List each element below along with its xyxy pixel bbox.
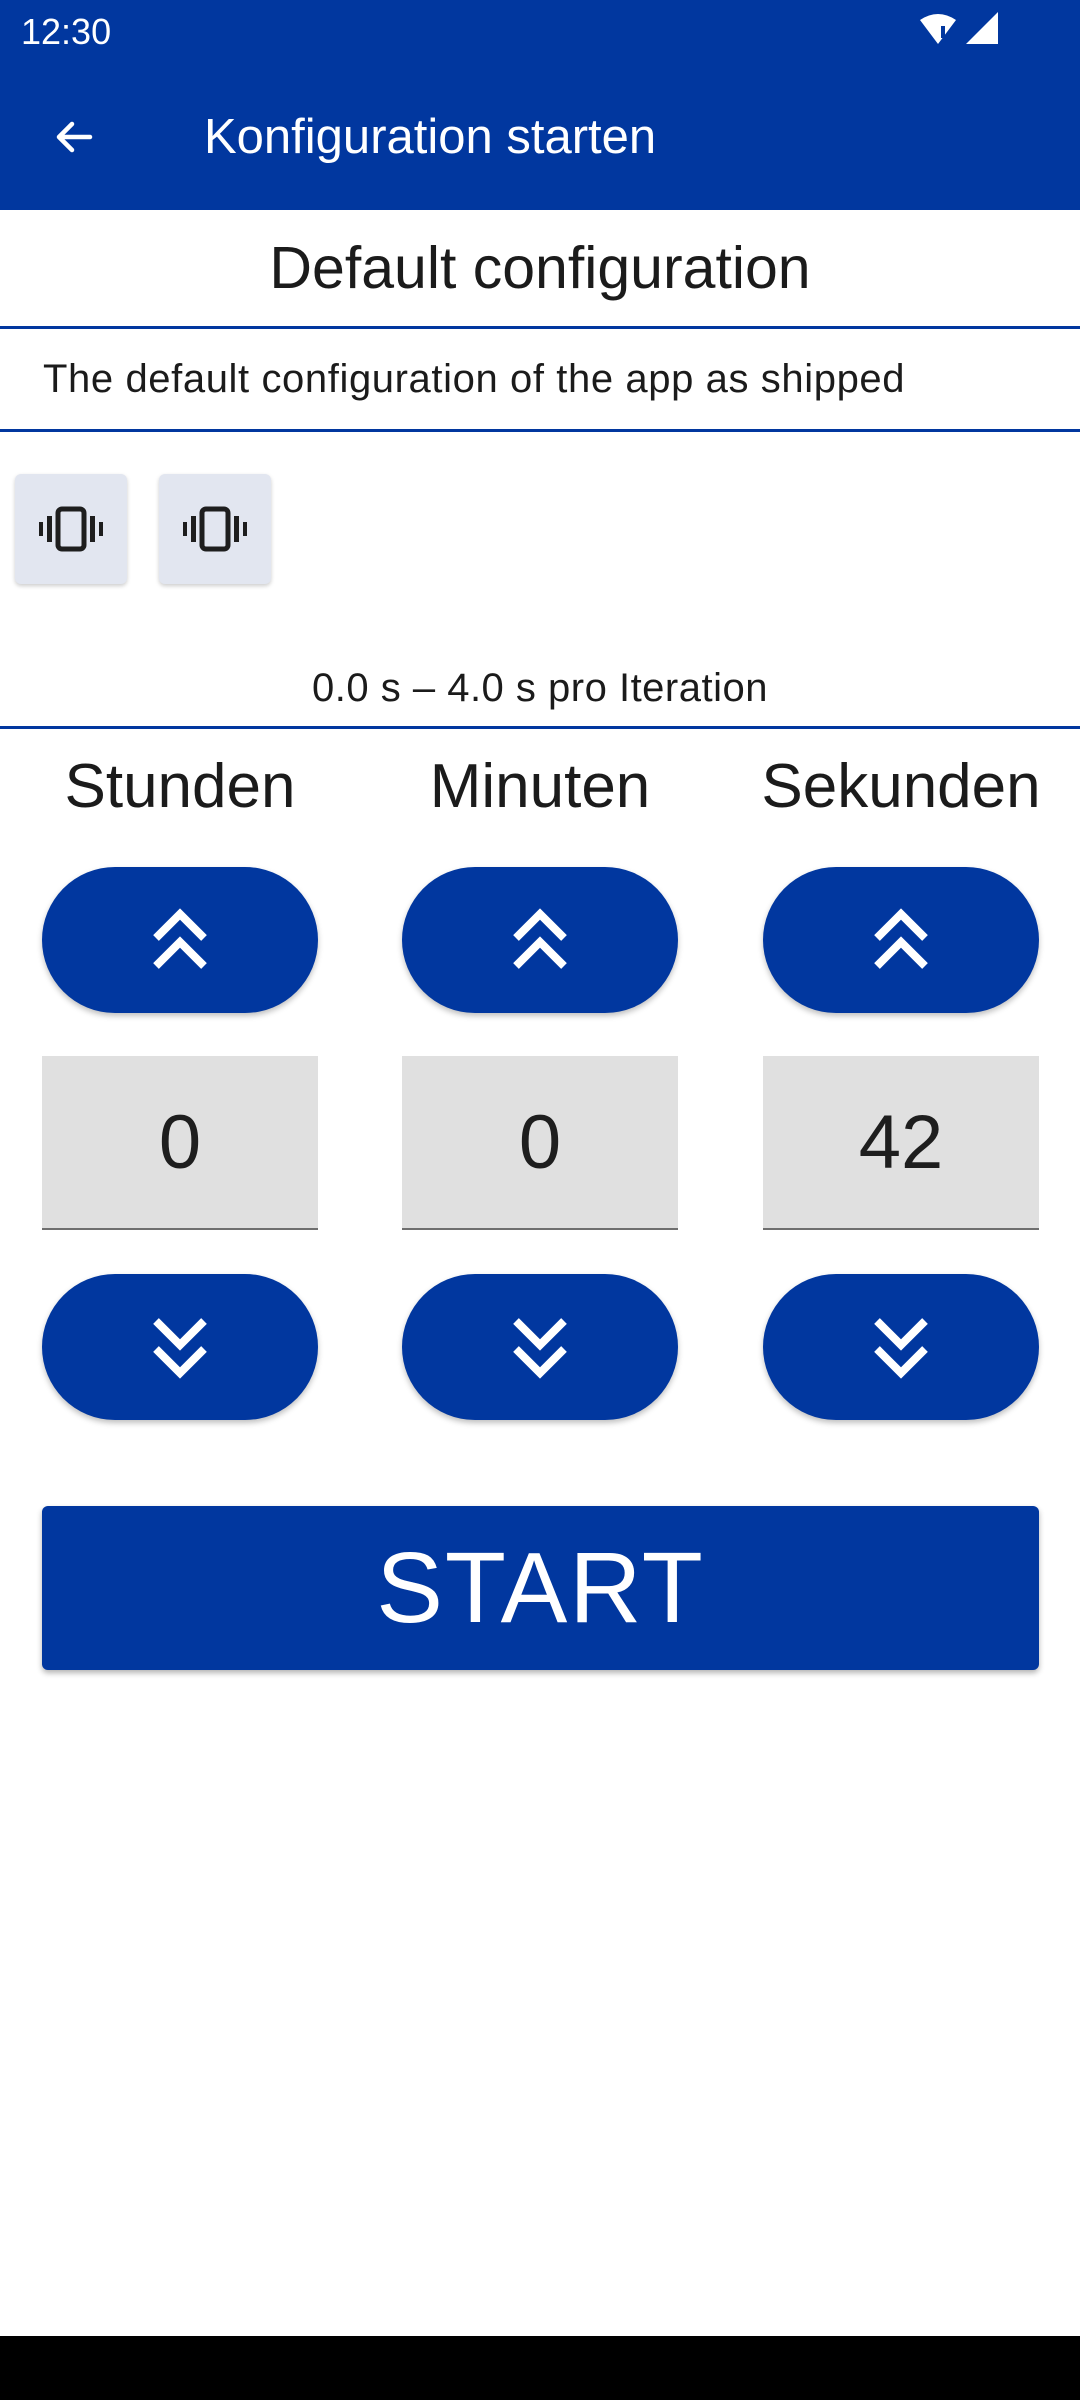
status-bar: 12:30 <box>0 0 1080 64</box>
double-chevron-down-icon <box>513 1318 567 1379</box>
hours-label: Stunden <box>64 751 296 821</box>
app-title: Konfiguration starten <box>204 110 657 164</box>
vibration-icon <box>39 506 103 552</box>
vibration-button-1[interactable] <box>15 474 127 584</box>
double-chevron-up-icon <box>874 908 928 969</box>
hours-value[interactable]: 0 <box>42 1056 318 1230</box>
minutes-label: Minuten <box>429 751 651 821</box>
minutes-increase-button[interactable] <box>402 867 678 1013</box>
iteration-text: 0.0 s – 4.0 s pro Iteration <box>0 650 1080 729</box>
hours-increase-button[interactable] <box>42 867 318 1013</box>
minutes-decrease-button[interactable] <box>402 1274 678 1420</box>
start-button[interactable]: START <box>42 1506 1039 1670</box>
seconds-label: Sekunden <box>761 751 1041 821</box>
double-chevron-up-icon <box>153 908 207 969</box>
app-bar: Konfiguration starten <box>0 64 1080 210</box>
hours-decrease-button[interactable] <box>42 1274 318 1420</box>
config-description: The default configuration of the app as … <box>0 329 1080 432</box>
config-title: Default configuration <box>0 210 1080 329</box>
double-chevron-down-icon <box>874 1318 928 1379</box>
vibration-icon <box>183 506 247 552</box>
vibration-button-2[interactable] <box>159 474 271 584</box>
seconds-increase-button[interactable] <box>763 867 1039 1013</box>
status-time: 12:30 <box>21 11 112 52</box>
back-button[interactable] <box>34 97 114 177</box>
wifi-icon <box>920 14 956 44</box>
double-chevron-down-icon <box>153 1318 207 1379</box>
seconds-value[interactable]: 42 <box>763 1056 1039 1230</box>
double-chevron-up-icon <box>513 908 567 969</box>
minutes-value[interactable]: 0 <box>402 1056 678 1230</box>
seconds-decrease-button[interactable] <box>763 1274 1039 1420</box>
navigation-bar <box>0 2336 1080 2400</box>
home-gesture-handle[interactable] <box>398 2255 682 2265</box>
status-icons <box>918 12 1002 52</box>
signal-icon <box>966 12 998 44</box>
arrow-back-icon <box>56 121 93 153</box>
